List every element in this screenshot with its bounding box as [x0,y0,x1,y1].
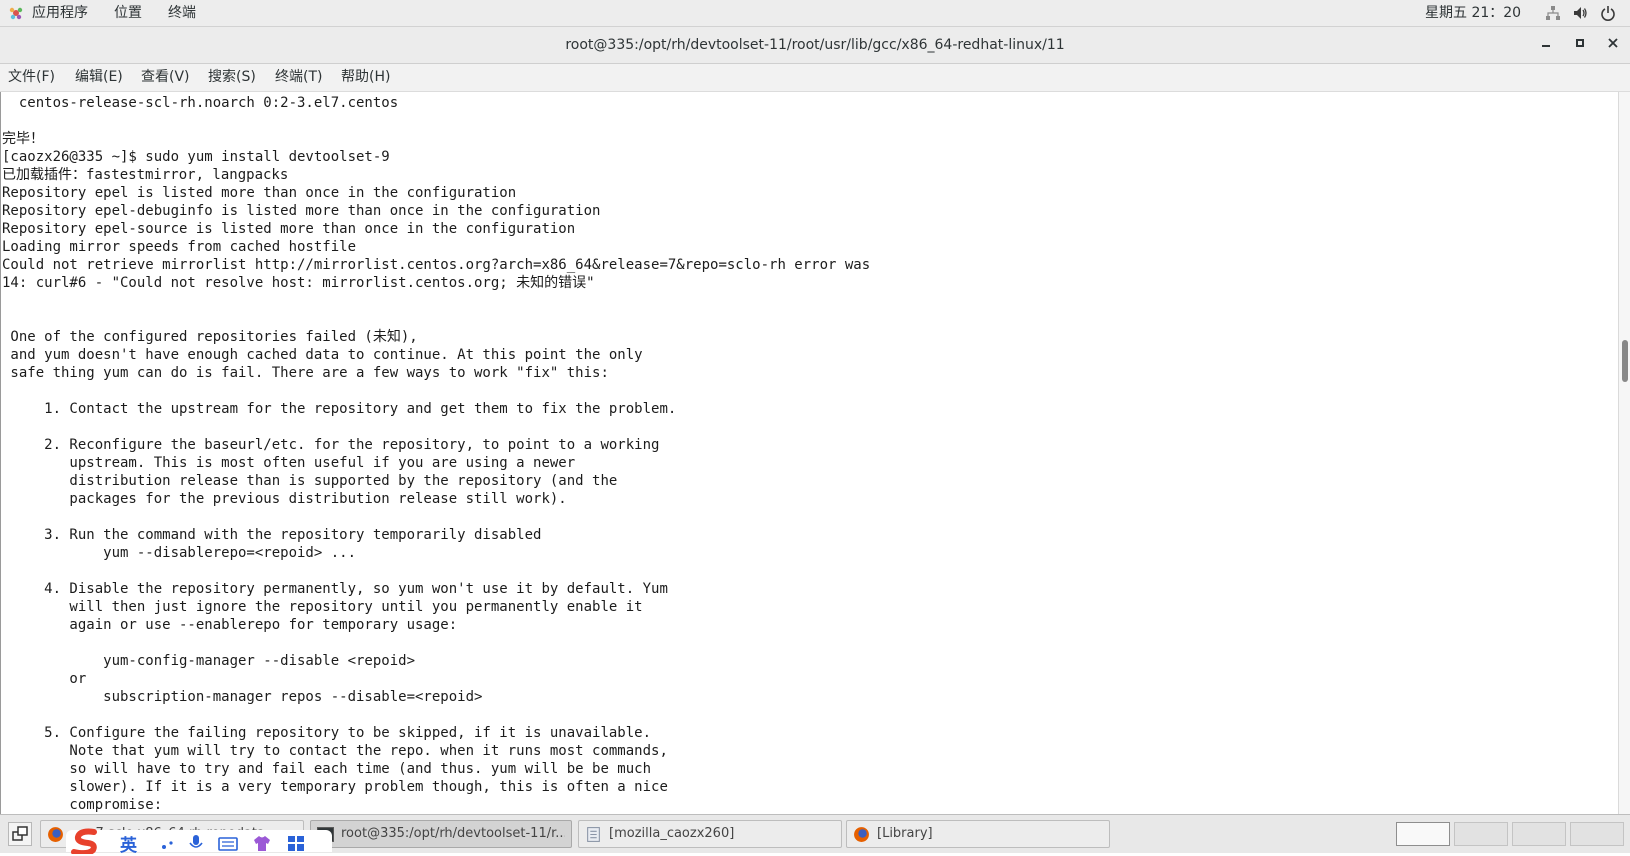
document-icon [587,827,600,842]
terminal-line: yum-config-manager --disable <repoid> [2,653,416,669]
terminal-line: Loading mirror speeds from cached hostfi… [2,239,357,255]
workspace-2[interactable] [1454,822,1508,846]
terminal-line: One of the configured repositories faile… [2,329,418,345]
terminal-line: and yum doesn't have enough cached data … [2,347,643,363]
terminal-line: Repository epel is listed more than once… [2,185,517,201]
punctuation-icon[interactable] [158,834,178,852]
toolbox-icon[interactable] [286,834,306,852]
menu-search[interactable]: 搜索(S) [208,64,256,91]
window-titlebar[interactable]: root@335:/opt/rh/devtoolset-11/root/usr/… [0,27,1630,64]
workspace-3[interactable] [1512,822,1566,846]
ime-toolbar[interactable]: 英 [66,828,332,856]
sogou-logo-icon [71,828,97,854]
keyboard-icon[interactable] [218,834,238,852]
skin-icon[interactable] [252,834,272,852]
window-title: root@335:/opt/rh/devtoolset-11/root/usr/… [565,37,1065,53]
task-library[interactable]: [Library] [846,820,1110,848]
menu-view[interactable]: 查看(V) [141,64,190,91]
terminal-line: again or use --enablerepo for temporary … [2,617,458,633]
close-icon [1608,38,1618,48]
power-icon[interactable] [1600,5,1616,21]
terminal-line: 已加载插件：fastestmirror, langpacks [2,167,289,183]
menu-file[interactable]: 文件(F) [8,64,55,91]
terminal-line: 5. Configure the failing repository to b… [2,725,652,741]
task-label: [Library] [877,826,933,841]
volume-icon[interactable] [1572,5,1588,21]
clock[interactable]: 星期五 21：20 [1425,0,1521,26]
firefox-icon [854,827,869,842]
terminal-line: slower). If it is a very temporary probl… [2,779,668,795]
workspace-4[interactable] [1570,822,1624,846]
maximize-button[interactable] [1570,35,1590,55]
terminal-line: upstream. This is most often useful if y… [2,455,576,471]
terminal-line: so will have to try and fail each time (… [2,761,652,777]
applications-icon [9,7,23,20]
terminal-line: yum --disablerepo=<repoid> ... [2,545,357,561]
workspace-1[interactable] [1396,822,1450,846]
menu-terminal[interactable]: 终端(T) [275,64,322,91]
task-mozilla-folder[interactable]: [mozilla_caozx260] [578,820,842,848]
terminal-line: will then just ignore the repository unt… [2,599,643,615]
applications-menu[interactable]: 应用程序 [32,0,88,26]
terminal-line: centos-release-scl-rh.noarch 0:2-3.el7.c… [2,95,399,111]
task-terminal[interactable]: root@335:/opt/rh/devtoolset-11/r... [310,820,572,848]
menu-help[interactable]: 帮助(H) [341,64,390,91]
terminal-line: 1. Contact the upstream for the reposito… [2,401,677,417]
terminal-line: packages for the previous distribution r… [2,491,567,507]
terminal-line: 2. Reconfigure the baseurl/etc. for the … [2,437,660,453]
terminal-view[interactable]: centos-release-scl-rh.noarch 0:2-3.el7.c… [0,92,1619,814]
minimize-button[interactable] [1536,35,1556,55]
terminal-line: Note that yum will try to contact the re… [2,743,668,759]
terminal-line: [caozx26@335 ~]$ sudo yum install devtoo… [2,149,390,165]
terminal-line: 完毕！ [2,131,44,147]
task-label: root@335:/opt/rh/devtoolset-11/r... [341,826,565,841]
task-label: [mozilla_caozx260] [609,826,735,841]
close-button[interactable] [1603,35,1623,55]
terminal-line: Repository epel-source is listed more th… [2,221,576,237]
terminal-line: safe thing yum can do is fail. There are… [2,365,609,381]
terminal-line: compromise: [2,797,163,813]
terminal-line: Repository epel-debuginfo is listed more… [2,203,601,219]
terminal-line: 3. Run the command with the repository t… [2,527,542,543]
maximize-icon [1576,39,1584,47]
top-panel: 应用程序 位置 终端 星期五 21：20 [0,0,1630,27]
terminal-line: distribution release than is supported b… [2,473,618,489]
places-menu[interactable]: 位置 [114,0,142,26]
minimize-icon [1542,45,1550,47]
show-desktop-icon [12,826,28,841]
firefox-icon [48,827,63,842]
ime-language-toggle[interactable]: 英 [120,831,137,856]
terminal-line: 14: curl#6 - "Could not resolve host: mi… [2,275,595,291]
terminal-line: 4. Disable the repository permanently, s… [2,581,668,597]
terminal-scrollbar[interactable] [1618,92,1630,814]
microphone-icon[interactable] [186,834,206,852]
terminal-app-menu[interactable]: 终端 [168,0,196,26]
show-desktop-button[interactable] [8,822,32,846]
terminal-output: centos-release-scl-rh.noarch 0:2-3.el7.c… [2,94,870,814]
scrollbar-thumb[interactable] [1622,340,1628,382]
terminal-line: Could not retrieve mirrorlist http://mir… [2,257,871,273]
terminal-line: subscription-manager repos --disable=<re… [2,689,483,705]
network-icon[interactable] [1545,5,1561,21]
terminal-line: or [2,671,87,687]
menu-edit[interactable]: 编辑(E) [75,64,123,91]
menubar: 文件(F) 编辑(E) 查看(V) 搜索(S) 终端(T) 帮助(H) [0,64,1630,92]
